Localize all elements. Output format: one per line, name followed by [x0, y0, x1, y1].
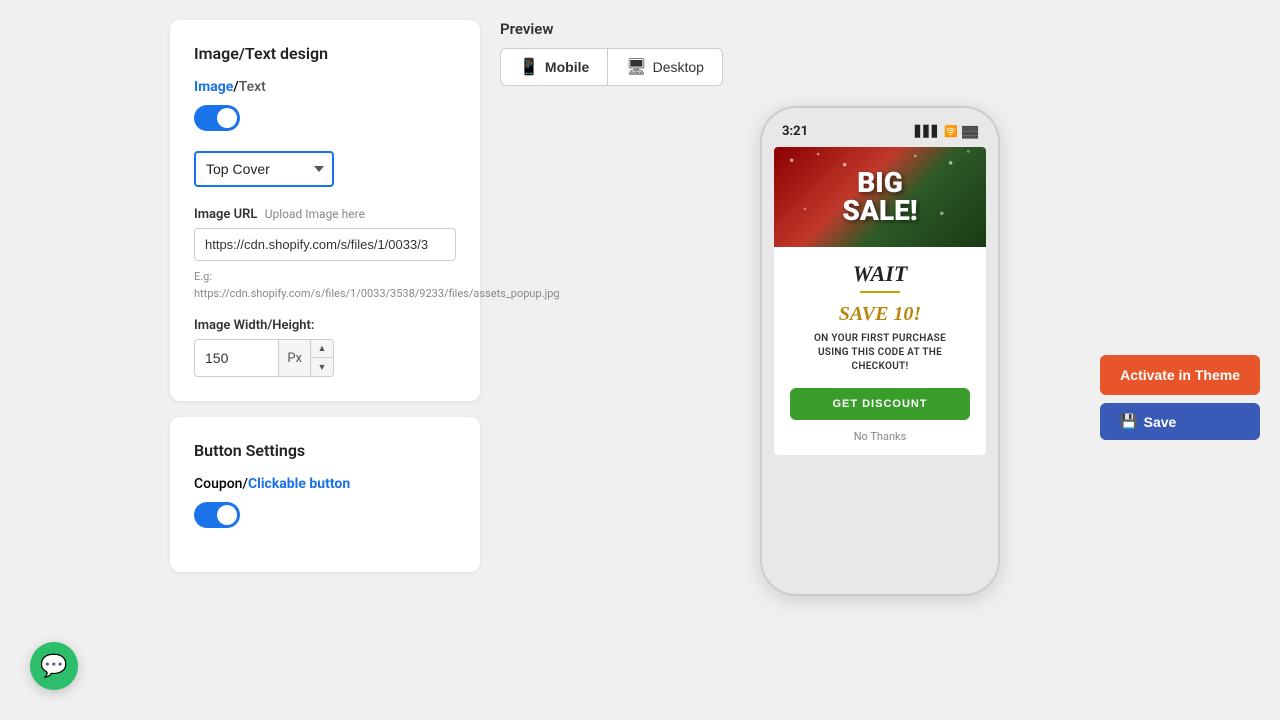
dimension-label: Image Width/Height: — [194, 318, 456, 333]
on-first-purchase-text: ON YOUR FIRST PURCHASEUSING THIS CODE AT… — [790, 332, 970, 374]
mobile-icon: 📱 — [519, 57, 539, 77]
popup-image: BIG SALE! — [774, 147, 986, 247]
left-panel: Image/Text design Image/Text Top Cover L… — [170, 20, 480, 700]
coupon-toggle[interactable] — [194, 502, 240, 528]
dimension-down-arrow[interactable]: ▼ — [311, 358, 333, 376]
image-url-example: E.g: https://cdn.shopify.com/s/files/1/0… — [194, 269, 456, 302]
tab-desktop[interactable]: 🖥 Desktop — [607, 48, 723, 86]
tab-mobile[interactable]: 📱 Mobile — [500, 48, 607, 86]
button-settings-card: Button Settings Coupon/Clickable button — [170, 417, 480, 572]
no-thanks-text: No Thanks — [790, 430, 970, 443]
battery-icon: ▓▓ — [962, 125, 978, 138]
chat-bubble[interactable]: 💬 — [30, 642, 78, 690]
dimension-up-arrow[interactable]: ▲ — [311, 340, 333, 358]
phone-top-bar: 3:21 ▋▋▋ 🛜 ▓▓ — [774, 120, 986, 147]
example-label: E.g: — [194, 270, 212, 283]
top-cover-select[interactable]: Top Cover Left Right Bottom — [194, 151, 334, 187]
coupon-label-text: Coupon — [194, 476, 242, 492]
image-text-card-title: Image/Text design — [194, 44, 456, 63]
preview-tabs: 📱 Mobile 🖥 Desktop — [500, 48, 1260, 86]
dimension-input-wrap[interactable]: Px ▲ ▼ — [194, 339, 334, 377]
coupon-label: Coupon/Clickable button — [194, 476, 456, 492]
big-text: BIG — [842, 169, 917, 197]
mobile-tab-label: Mobile — [545, 59, 589, 75]
coupon-toggle-wrap[interactable] — [194, 502, 456, 532]
clickable-button-label: Clickable button — [248, 476, 350, 492]
desktop-tab-label: Desktop — [653, 59, 704, 75]
sale-text: SALE! — [842, 197, 917, 225]
image-url-input[interactable] — [194, 228, 456, 261]
dimension-arrows: ▲ ▼ — [310, 340, 333, 376]
wifi-icon: 🛜 — [944, 125, 958, 138]
activate-in-theme-button[interactable]: Activate in Theme — [1100, 355, 1260, 395]
coupon-toggle-slider — [194, 502, 240, 528]
image-label: Image — [194, 79, 233, 95]
wait-text: WAIT — [790, 261, 970, 287]
get-discount-button[interactable]: GET DISCOUNT — [790, 388, 970, 420]
text-label: Text — [239, 79, 266, 95]
top-cover-select-wrap[interactable]: Top Cover Left Right Bottom — [194, 151, 456, 187]
save-button[interactable]: 💾 Save — [1100, 403, 1260, 440]
image-url-label: Image URL Upload Image here — [194, 207, 456, 222]
dimension-unit: Px — [278, 340, 310, 376]
phone-time: 3:21 — [782, 124, 808, 139]
popup-body: WAIT SAVE 10! ON YOUR FIRST PURCHASEUSIN… — [774, 247, 986, 455]
image-text-toggle-wrap[interactable] — [194, 105, 456, 135]
preview-label: Preview — [500, 20, 1260, 38]
chat-icon: 💬 — [40, 654, 67, 679]
toggle-slider — [194, 105, 240, 131]
signal-icon: ▋▋▋ — [915, 125, 940, 138]
popup-image-text: BIG SALE! — [842, 169, 917, 225]
phone-mockup-wrap: 3:21 ▋▋▋ 🛜 ▓▓ BIG SALE! — [500, 106, 1260, 596]
main-container: Image/Text design Image/Text Top Cover L… — [0, 0, 1280, 720]
image-url-label-text: Image URL — [194, 207, 257, 222]
image-text-toggle[interactable] — [194, 105, 240, 131]
save-label: Save — [1144, 414, 1177, 430]
divider-line — [860, 291, 900, 293]
action-buttons: Activate in Theme 💾 Save — [1100, 355, 1260, 440]
dimension-value-input[interactable] — [195, 342, 278, 374]
phone-screen: BIG SALE! — [774, 147, 986, 455]
image-text-design-card: Image/Text design Image/Text Top Cover L… — [170, 20, 480, 401]
phone-mockup: 3:21 ▋▋▋ 🛜 ▓▓ BIG SALE! — [760, 106, 1000, 596]
save10-text: SAVE 10! — [790, 303, 970, 326]
image-text-toggle-label: Image/Text — [194, 79, 456, 95]
button-settings-title: Button Settings — [194, 441, 456, 460]
save-icon: 💾 — [1120, 413, 1137, 430]
desktop-icon: 🖥 — [626, 57, 646, 77]
phone-status-icons: ▋▋▋ 🛜 ▓▓ — [915, 125, 978, 138]
upload-hint: Upload Image here — [265, 207, 365, 221]
